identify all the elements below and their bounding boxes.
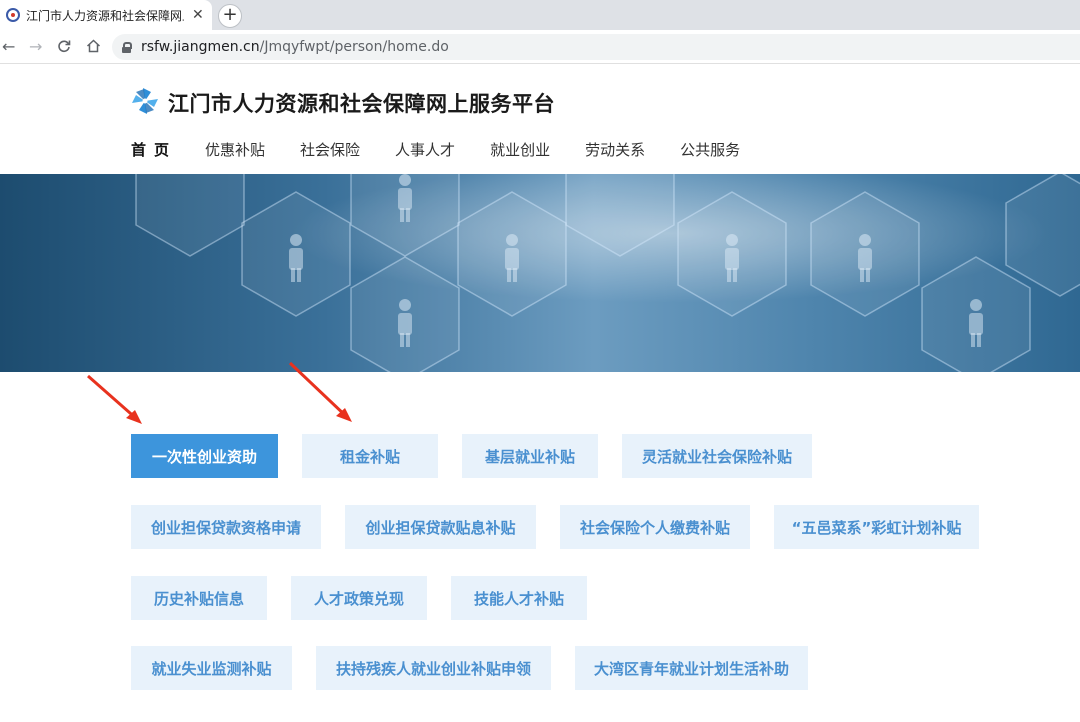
service-button-rent-subsidy[interactable]: 租金补贴 [302, 434, 438, 478]
nav-item-public-services[interactable]: 公共服务 [680, 139, 740, 160]
nav-item-social-insurance[interactable]: 社会保险 [300, 139, 360, 160]
hexagon-people-graphic [0, 174, 1080, 372]
annotation-arrow-1 [87, 374, 142, 424]
browser-tabstrip: 江门市人力资源和社会保障网上服 ✕ + [0, 0, 1080, 30]
back-icon[interactable]: ← [2, 37, 15, 56]
site-favicon-icon [6, 8, 20, 22]
browser-tab[interactable]: 江门市人力资源和社会保障网上服 ✕ [0, 0, 212, 30]
service-button-skilled-talent-subsidy[interactable]: 技能人才补贴 [451, 576, 587, 620]
service-button-flexible-employment-insurance[interactable]: 灵活就业社会保险补贴 [622, 434, 812, 478]
lock-icon [122, 41, 132, 53]
hero-banner [0, 174, 1080, 372]
url-field[interactable]: rsfw.jiangmen.cn /Jmqyfwpt/person/home.d… [112, 34, 1080, 60]
nav-item-subsidies[interactable]: 优惠补贴 [205, 139, 265, 160]
address-bar: ← → rsfw.jiangmen.cn /Jmqyfwpt/person/ho… [0, 30, 1080, 64]
close-tab-icon[interactable]: ✕ [192, 7, 204, 23]
main-nav: 首页 优惠补贴 社会保险 人事人才 就业创业 劳动关系 公共服务 [131, 139, 775, 160]
service-button-startup-grant[interactable]: 一次性创业资助 [131, 434, 278, 478]
nav-item-home[interactable]: 首页 [131, 139, 177, 160]
site-title: 江门市人力资源和社会保障网上服务平台 [168, 92, 555, 116]
service-button-greater-bay-youth-allowance[interactable]: 大湾区青年就业计划生活补助 [575, 646, 808, 690]
service-button-employment-monitoring[interactable]: 就业失业监测补贴 [131, 646, 292, 690]
url-host: rsfw.jiangmen.cn [141, 39, 260, 55]
nav-item-employment[interactable]: 就业创业 [490, 139, 550, 160]
service-button-loan-qualification[interactable]: 创业担保贷款资格申请 [131, 505, 321, 549]
site-header: 江门市人力资源和社会保障网上服务平台 首页 优惠补贴 社会保险 人事人才 就业创… [0, 64, 1080, 174]
url-path: /Jmqyfwpt/person/home.do [259, 39, 449, 55]
service-button-rainbow-plan-subsidy[interactable]: “五邑菜系”彩虹计划补贴 [774, 505, 979, 549]
annotation-arrow-2 [288, 361, 352, 422]
pinwheel-logo-icon[interactable] [130, 86, 160, 116]
service-button-grassroots-employment[interactable]: 基层就业补贴 [462, 434, 598, 478]
reload-icon[interactable] [57, 39, 71, 53]
service-button-subsidy-history[interactable]: 历史补贴信息 [131, 576, 267, 620]
forward-icon[interactable]: → [29, 37, 42, 56]
service-button-talent-policy[interactable]: 人才政策兑现 [291, 576, 427, 620]
service-button-disabled-employment-support[interactable]: 扶持残疾人就业创业补贴申领 [316, 646, 551, 690]
new-tab-button[interactable]: + [218, 4, 242, 28]
service-button-personal-insurance-subsidy[interactable]: 社会保险个人缴费补贴 [560, 505, 750, 549]
home-icon[interactable] [86, 39, 101, 53]
nav-item-labor-relations[interactable]: 劳动关系 [585, 139, 645, 160]
service-button-loan-interest-subsidy[interactable]: 创业担保贷款贴息补贴 [345, 505, 536, 549]
nav-item-personnel[interactable]: 人事人才 [395, 139, 455, 160]
tab-title: 江门市人力资源和社会保障网上服 [26, 8, 184, 23]
